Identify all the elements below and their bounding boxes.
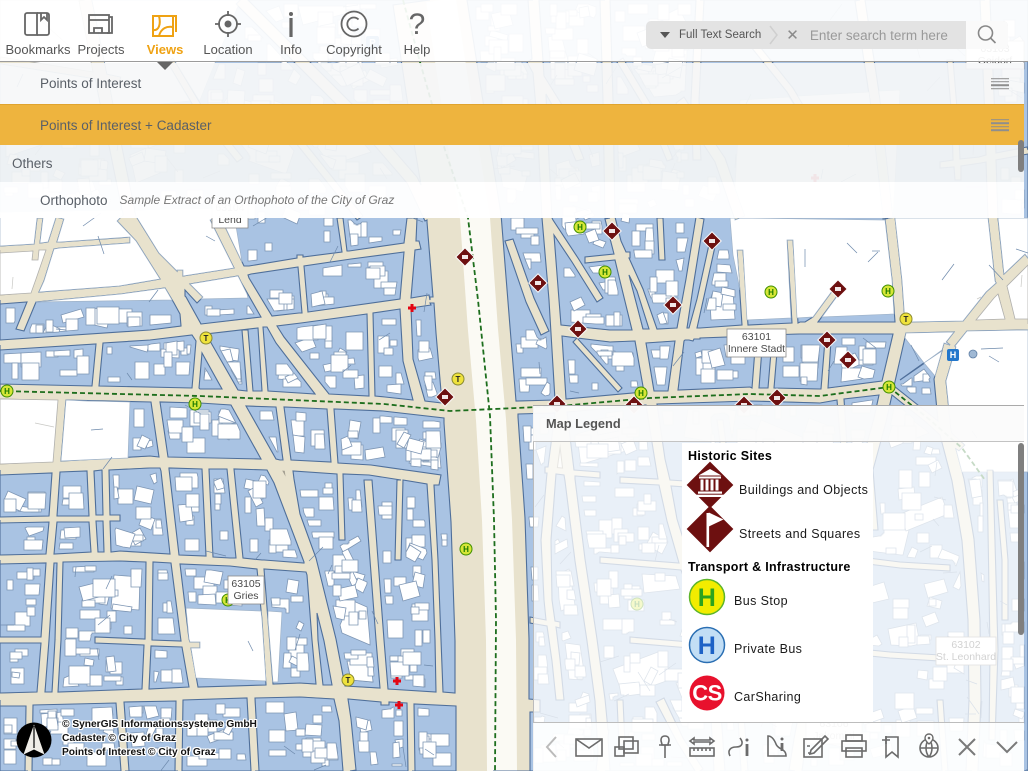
svg-text:H: H <box>885 287 891 296</box>
svg-text:T: T <box>204 334 209 343</box>
svg-text:H: H <box>577 223 583 232</box>
svg-text:H: H <box>602 268 608 277</box>
svg-text:T: T <box>346 676 351 685</box>
svg-text:H: H <box>192 400 198 409</box>
svg-text:H: H <box>886 383 892 392</box>
svg-text:CS: CS <box>692 681 722 706</box>
svg-text:T: T <box>904 315 909 324</box>
svg-text:H: H <box>950 350 957 360</box>
svg-text:H: H <box>698 584 716 612</box>
svg-text:H: H <box>4 387 10 396</box>
svg-text:Innere Stadt: Innere Stadt <box>728 343 785 355</box>
svg-text:H: H <box>463 545 469 554</box>
svg-text:Gries: Gries <box>233 590 258 602</box>
svg-text:T: T <box>456 375 461 384</box>
svg-text:H: H <box>698 632 716 660</box>
svg-text:H: H <box>768 288 774 297</box>
svg-text:H: H <box>638 389 644 398</box>
svg-text:?: ? <box>409 8 426 40</box>
svg-text:63101: 63101 <box>742 331 771 343</box>
svg-text:63105: 63105 <box>231 578 260 590</box>
